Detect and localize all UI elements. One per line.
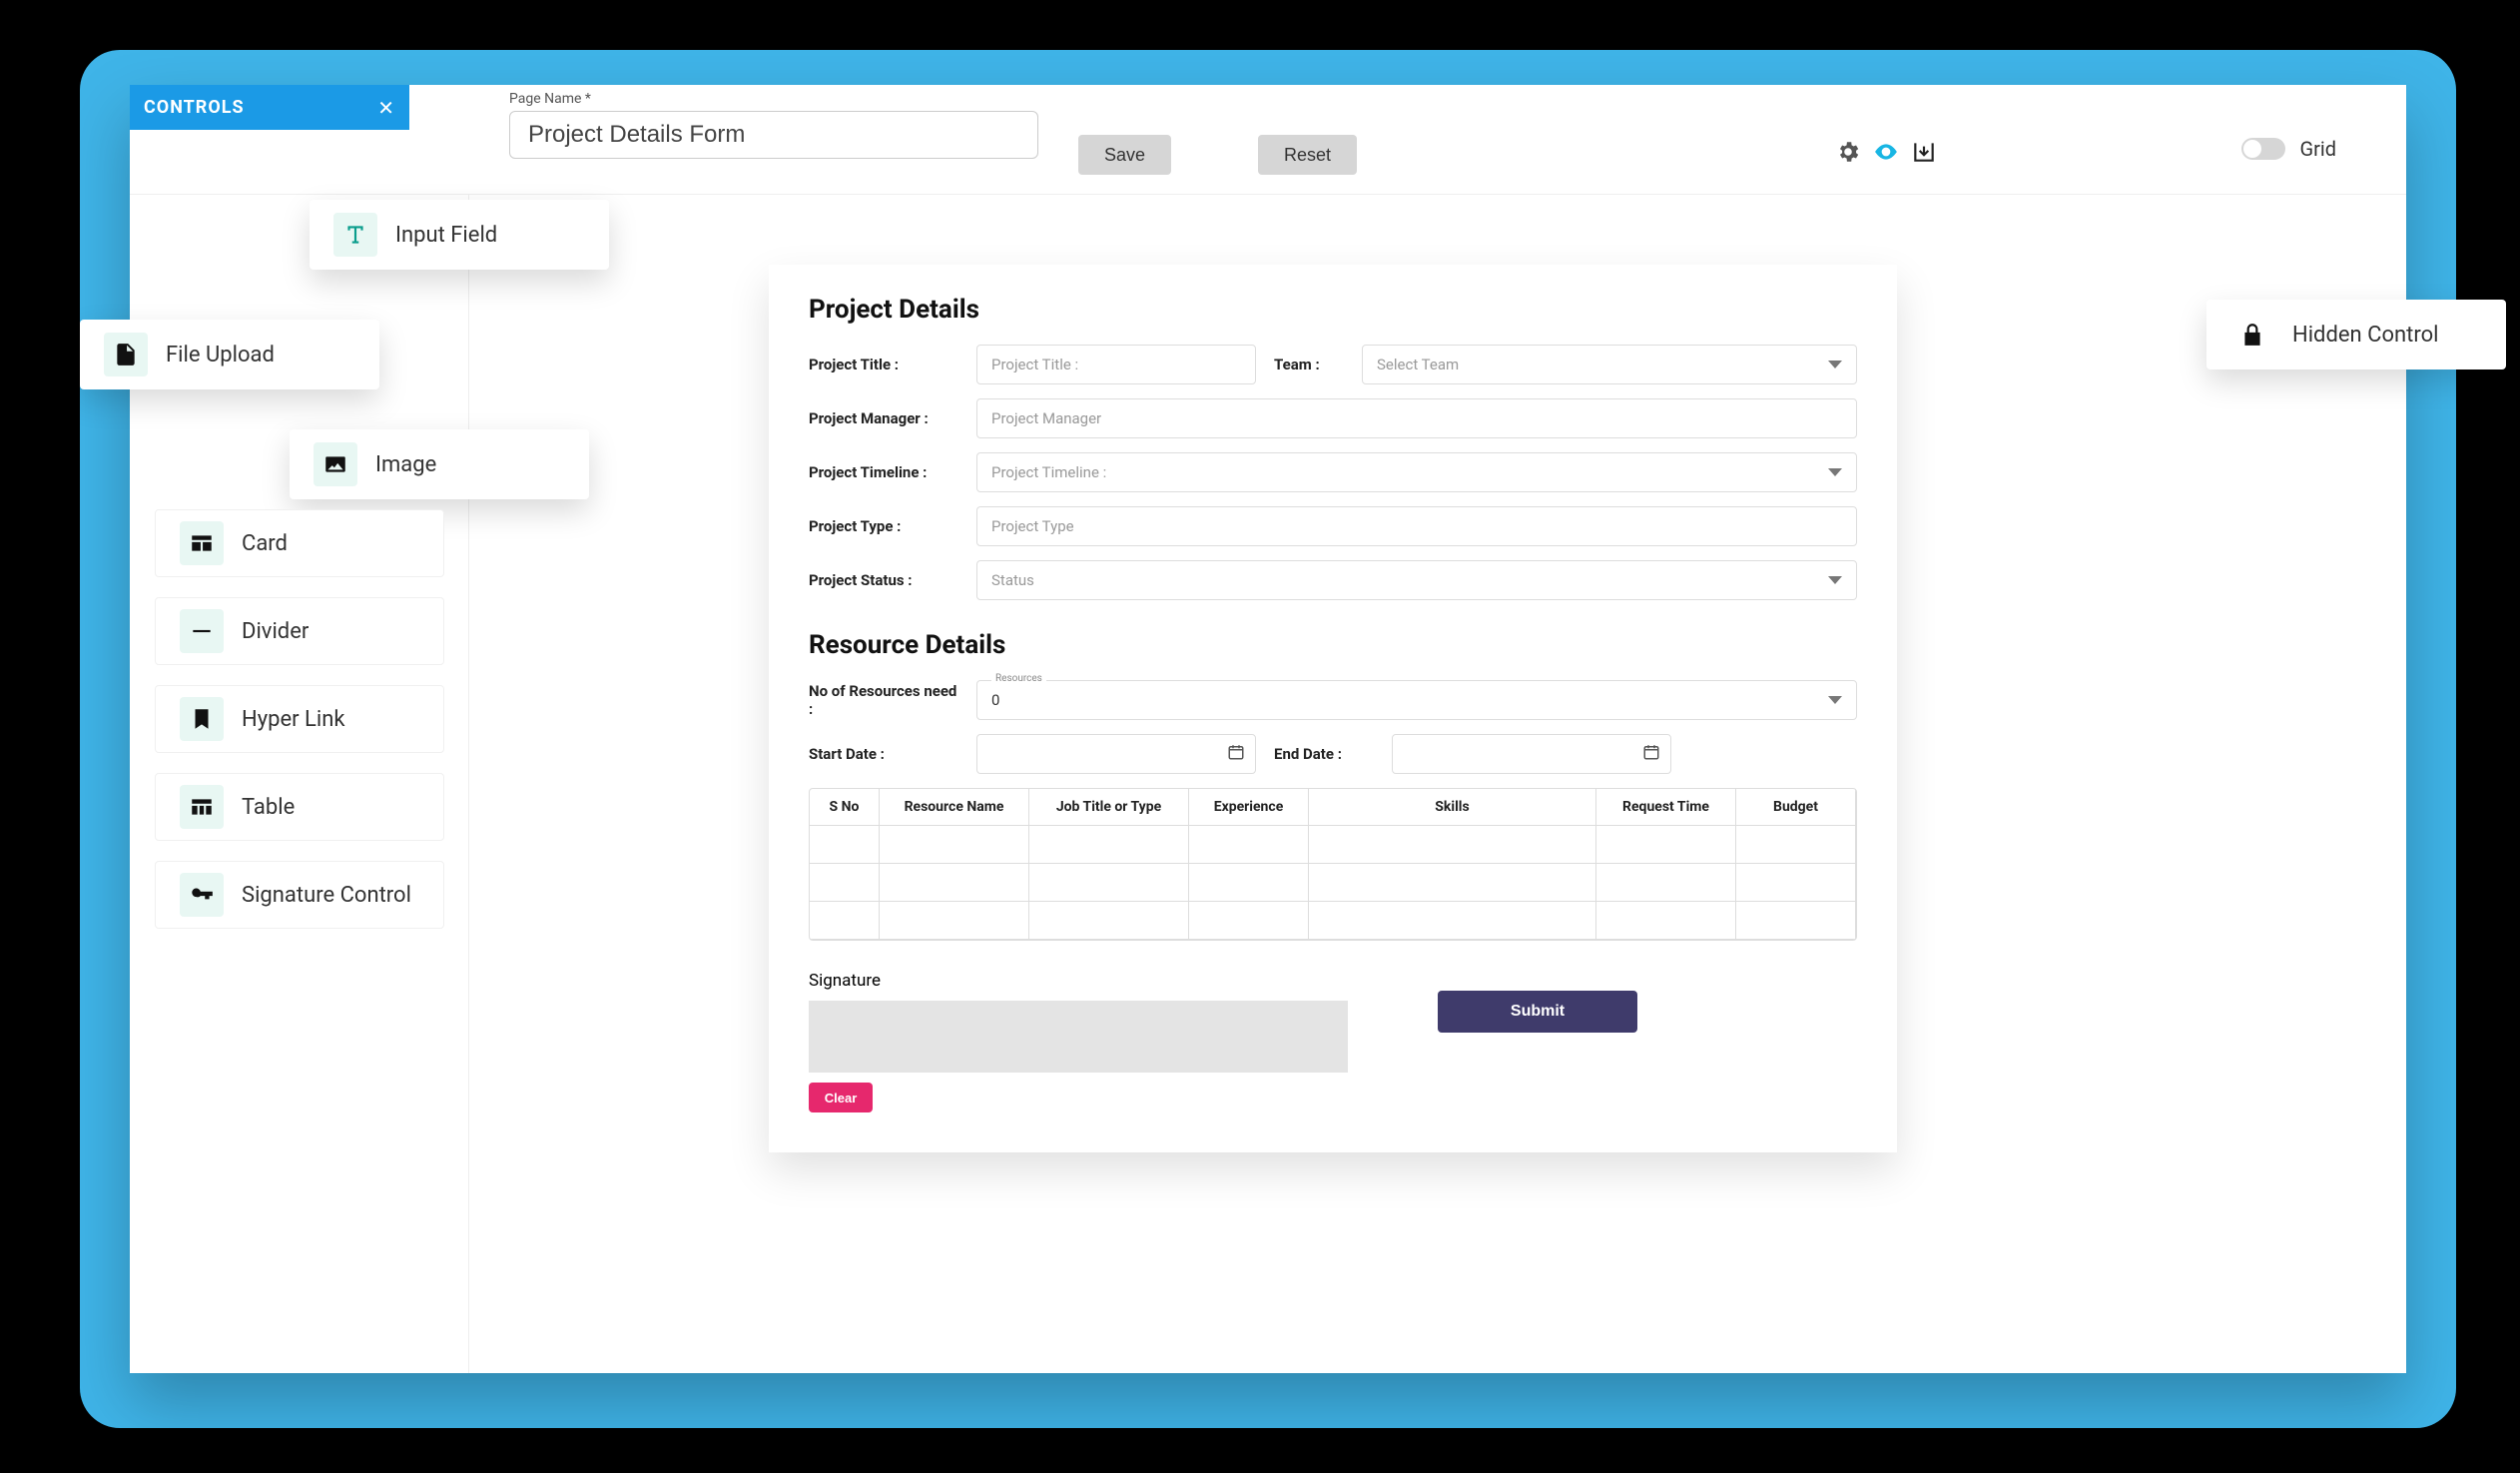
select-resources-need[interactable]: Resources 0 [976, 680, 1857, 720]
calendar-icon [1227, 743, 1245, 765]
th-budget: Budget [1736, 789, 1856, 826]
th-skills: Skills [1309, 789, 1596, 826]
chip-label: Divider [242, 619, 309, 644]
table-icon [180, 785, 224, 829]
stage-background: CONTROLS ✕ Page Name * Save Reset [80, 50, 2456, 1428]
th-exp: Experience [1189, 789, 1309, 826]
chip-image[interactable]: Image [290, 429, 589, 499]
label-project-timeline: Project Timeline : [809, 463, 958, 481]
page-name-group: Page Name * [509, 91, 1038, 159]
resources-table: S No Resource Name Job Title or Type Exp… [809, 788, 1857, 941]
submit-button[interactable]: Submit [1438, 991, 1637, 1033]
page-name-label: Page Name * [509, 91, 1038, 107]
controls-panel-tab: CONTROLS ✕ [130, 85, 409, 130]
label-start-date: Start Date : [809, 745, 958, 763]
label-team: Team : [1274, 356, 1344, 373]
chip-label: Table [242, 795, 295, 820]
calendar-icon [1642, 743, 1660, 765]
chip-file-upload[interactable]: File Upload [80, 320, 379, 389]
image-icon [314, 442, 357, 486]
label-end-date: End Date : [1274, 745, 1374, 763]
input-end-date[interactable] [1392, 734, 1671, 774]
label-project-manager: Project Manager : [809, 409, 958, 427]
chip-label: Hidden Control [2292, 323, 2438, 348]
chevron-down-icon [1828, 696, 1842, 704]
grid-toggle-group: Grid [2241, 137, 2336, 161]
section-title-project-details: Project Details [809, 295, 1857, 325]
chip-hidden-control[interactable]: Hidden Control [2206, 300, 2506, 369]
reset-button[interactable]: Reset [1258, 135, 1357, 175]
lock-icon [2230, 313, 2274, 357]
th-sno: S No [810, 789, 880, 826]
input-project-type[interactable]: Project Type [976, 506, 1857, 546]
save-button[interactable]: Save [1078, 135, 1171, 175]
chevron-down-icon [1828, 361, 1842, 368]
divider-icon [180, 609, 224, 653]
select-team[interactable]: Select Team [1362, 345, 1857, 384]
header-bar: CONTROLS ✕ Page Name * Save Reset [130, 85, 2406, 195]
row-resources-need: No of Resources need : Resources 0 [809, 680, 1857, 720]
chip-label: Card [242, 531, 288, 556]
row-project-status: Project Status : Status [809, 560, 1857, 600]
row-project-title: Project Title : Project Title : Team : S… [809, 345, 1857, 384]
text-icon [333, 213, 377, 257]
select-project-status[interactable]: Status [976, 560, 1857, 600]
grid-toggle-label: Grid [2299, 137, 2336, 161]
row-project-manager: Project Manager : Project Manager [809, 398, 1857, 438]
chip-label: File Upload [166, 343, 275, 368]
close-icon[interactable]: ✕ [377, 96, 395, 120]
label-resources-need: No of Resources need : [809, 682, 958, 718]
row-dates: Start Date : End Date : [809, 734, 1857, 774]
gear-icon[interactable] [1835, 139, 1861, 165]
header-icons [1835, 139, 1937, 165]
file-upload-icon [104, 333, 148, 376]
table-row [810, 902, 1856, 940]
th-rtime: Request Time [1596, 789, 1736, 826]
label-project-type: Project Type : [809, 517, 958, 535]
controls-panel-title: CONTROLS [144, 97, 245, 118]
chip-label: Image [375, 452, 436, 477]
row-project-type: Project Type : Project Type [809, 506, 1857, 546]
table-header: S No Resource Name Job Title or Type Exp… [810, 789, 1856, 826]
chip-card[interactable]: Card [155, 509, 444, 577]
chip-label: Input Field [395, 223, 497, 248]
signature-pad[interactable] [809, 1001, 1348, 1073]
signature-label: Signature [809, 971, 1857, 991]
chip-input-field[interactable]: Input Field [310, 200, 609, 270]
chip-signature-control[interactable]: Signature Control [155, 861, 444, 929]
page-name-input[interactable] [509, 111, 1038, 159]
section-title-resource-details: Resource Details [809, 630, 1857, 660]
chip-label: Signature Control [242, 883, 411, 908]
row-project-timeline: Project Timeline : Project Timeline : [809, 452, 1857, 492]
chip-table[interactable]: Table [155, 773, 444, 841]
th-rname: Resource Name [880, 789, 1029, 826]
chip-divider[interactable]: Divider [155, 597, 444, 665]
label-project-status: Project Status : [809, 571, 958, 589]
table-row [810, 864, 1856, 902]
clear-button[interactable]: Clear [809, 1083, 873, 1112]
th-job: Job Title or Type [1029, 789, 1189, 826]
chevron-down-icon [1828, 576, 1842, 584]
card-icon [180, 521, 224, 565]
form-canvas: Project Details Project Title : Project … [769, 265, 1897, 1152]
input-start-date[interactable] [976, 734, 1256, 774]
input-project-title[interactable]: Project Title : [976, 345, 1256, 384]
grid-toggle[interactable] [2241, 138, 2285, 160]
bookmark-icon [180, 697, 224, 741]
label-project-title: Project Title : [809, 356, 958, 373]
chip-label: Hyper Link [242, 707, 345, 732]
key-icon [180, 873, 224, 917]
input-project-manager[interactable]: Project Manager [976, 398, 1857, 438]
chip-hyperlink[interactable]: Hyper Link [155, 685, 444, 753]
table-row [810, 826, 1856, 864]
select-project-timeline[interactable]: Project Timeline : [976, 452, 1857, 492]
chevron-down-icon [1828, 468, 1842, 476]
download-icon[interactable] [1911, 139, 1937, 165]
eye-icon[interactable] [1873, 139, 1899, 165]
app-window: CONTROLS ✕ Page Name * Save Reset [130, 85, 2406, 1373]
